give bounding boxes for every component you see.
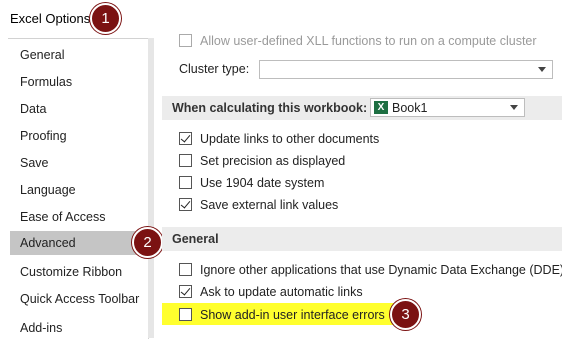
option-allow-xll[interactable]: Allow user-defined XLL functions to run … — [179, 32, 537, 50]
section-when-calculating-label: When calculating this workbook: — [172, 101, 368, 115]
sidebar-item-formulas[interactable]: Formulas — [10, 70, 146, 94]
cluster-type-select[interactable] — [259, 60, 553, 79]
section-general: General — [162, 227, 562, 251]
option-ask-update-links-label: Ask to update automatic links — [200, 285, 363, 299]
option-set-precision-label: Set precision as displayed — [200, 154, 346, 168]
option-show-addin-errors[interactable]: Show add-in user interface errors — [179, 306, 385, 324]
option-ask-update-links[interactable]: Ask to update automatic links — [179, 283, 363, 301]
sidebar-item-add-ins[interactable]: Add-ins — [10, 316, 146, 340]
chevron-down-icon — [538, 67, 546, 72]
sidebar-item-save[interactable]: Save — [10, 151, 146, 175]
option-allow-xll-label: Allow user-defined XLL functions to run … — [200, 34, 537, 48]
checkbox-update-links[interactable] — [179, 132, 192, 145]
step-badge-1: 1 — [90, 3, 121, 34]
option-1904-date-label: Use 1904 date system — [200, 176, 325, 190]
chevron-down-icon — [510, 105, 518, 110]
checkbox-set-precision[interactable] — [179, 154, 192, 167]
sidebar-item-data[interactable]: Data — [10, 97, 146, 121]
sidebar-item-ease-of-access[interactable]: Ease of Access — [10, 205, 146, 229]
checkbox-ask-update-links[interactable] — [179, 285, 192, 298]
sidebar-item-language[interactable]: Language — [10, 178, 146, 202]
sidebar-item-general[interactable]: General — [10, 43, 146, 67]
checkbox-save-external-links[interactable] — [179, 198, 192, 211]
sidebar: General Formulas Data Proofing Save Lang… — [8, 38, 149, 339]
checkbox-1904-date[interactable] — [179, 176, 192, 189]
option-set-precision[interactable]: Set precision as displayed — [179, 152, 345, 170]
sidebar-item-proofing[interactable]: Proofing — [10, 124, 146, 148]
workbook-select-value: Book1 — [392, 101, 428, 115]
option-update-links-label: Update links to other documents — [200, 132, 380, 146]
option-ignore-dde[interactable]: Ignore other applications that use Dynam… — [179, 261, 562, 279]
section-general-label: General — [172, 232, 219, 246]
option-show-addin-errors-label: Show add-in user interface errors — [200, 308, 385, 322]
sidebar-item-quick-access-toolbar[interactable]: Quick Access Toolbar — [10, 287, 146, 311]
cluster-type-text: Cluster type: — [179, 62, 250, 76]
checkbox-ignore-dde[interactable] — [179, 263, 192, 276]
checkbox-allow-xll[interactable] — [179, 34, 192, 47]
option-update-links[interactable]: Update links to other documents — [179, 130, 379, 148]
sidebar-item-customize-ribbon[interactable]: Customize Ribbon — [10, 260, 146, 284]
option-1904-date[interactable]: Use 1904 date system — [179, 174, 324, 192]
cluster-type-label: Cluster type: — [179, 60, 249, 78]
option-save-external-links-label: Save external link values — [200, 198, 339, 212]
sidebar-item-advanced[interactable]: Advanced — [10, 231, 146, 255]
checkbox-show-addin-errors[interactable] — [179, 308, 192, 321]
excel-workbook-icon: X — [374, 101, 388, 114]
title-bar: Excel Options — [0, 0, 562, 36]
advanced-options-panel: Allow user-defined XLL functions to run … — [154, 34, 562, 338]
workbook-select[interactable]: X Book1 — [370, 98, 525, 117]
window-title: Excel Options — [10, 11, 91, 26]
option-save-external-links[interactable]: Save external link values — [179, 196, 338, 214]
option-ignore-dde-label: Ignore other applications that use Dynam… — [200, 263, 562, 277]
step-badge-3: 3 — [390, 299, 421, 330]
